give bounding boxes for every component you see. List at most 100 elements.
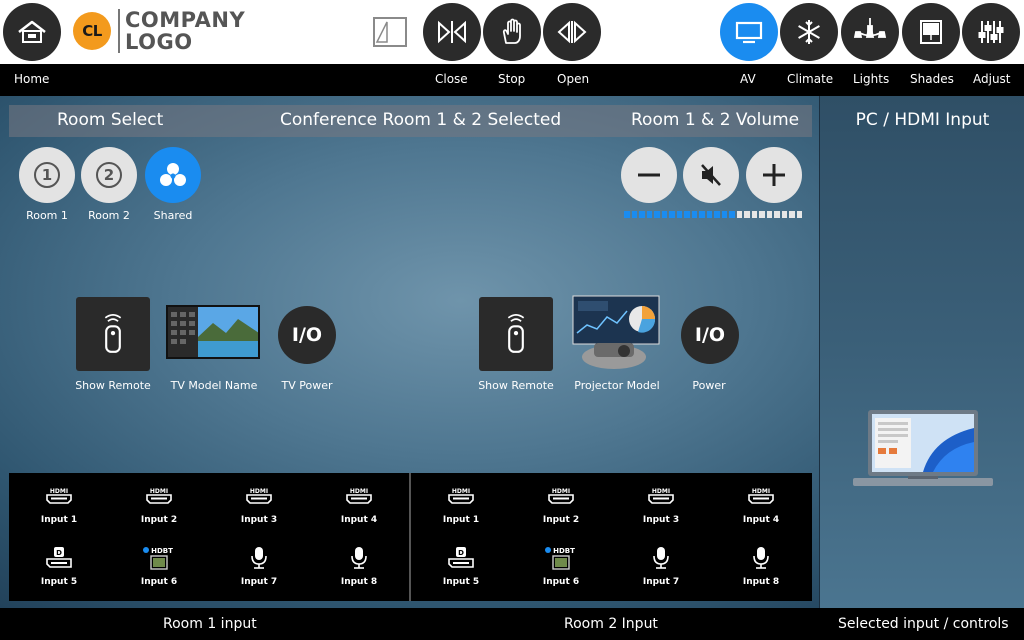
hdmi-icon: HDMI	[721, 485, 801, 507]
home-button[interactable]	[3, 3, 61, 61]
nav-label-open[interactable]: Open	[557, 72, 589, 86]
stop-button[interactable]	[483, 3, 541, 61]
tv-display-image[interactable]	[166, 305, 260, 359]
shared-room-button[interactable]	[145, 147, 201, 203]
volume-segment	[631, 211, 637, 218]
room-1-input-7-button[interactable]: Input 7	[219, 547, 299, 587]
volume-segment	[654, 211, 660, 218]
volume-level-bar	[624, 211, 802, 218]
room-1-remote-label: Show Remote	[75, 379, 151, 392]
shared-rooms-icon	[160, 163, 186, 186]
room-2-input-6-button[interactable]: HDBT Input 6	[521, 547, 601, 587]
volume-segment	[759, 211, 765, 218]
hdbaset-icon: HDBT	[521, 547, 601, 570]
chandelier-icon	[853, 18, 887, 38]
nav-label-lights[interactable]: Lights	[853, 72, 889, 86]
main-area: Room Select Conference Room 1 & 2 Select…	[0, 96, 1024, 608]
input-label: Input 3	[642, 515, 680, 525]
room-2-input-5-button[interactable]: D Input 5	[421, 547, 501, 587]
room-1-input-3-button[interactable]: HDMI Input 3	[219, 485, 299, 525]
room-2-input-7-button[interactable]: Input 7	[621, 547, 701, 587]
hdmi-icon: HDMI	[621, 485, 701, 507]
svg-text:HDMI: HDMI	[652, 488, 670, 495]
room-2-input-2-button[interactable]: HDMI Input 2	[521, 485, 601, 525]
plus-icon	[763, 164, 785, 186]
door-icon	[373, 17, 407, 47]
microphone-icon	[721, 547, 801, 569]
room-2-label: Room 2	[88, 209, 130, 222]
shades-icon	[920, 20, 942, 44]
room-1-input-6-button[interactable]: HDBT Input 6	[119, 547, 199, 587]
room-2-show-remote-button[interactable]	[479, 297, 553, 371]
input-label: Input 5	[442, 577, 480, 587]
remote-icon	[507, 314, 525, 353]
volume-down-button[interactable]	[621, 147, 677, 203]
nav-label-av[interactable]: AV	[740, 72, 756, 86]
laptop-image[interactable]	[853, 408, 993, 490]
mute-button[interactable]	[683, 147, 739, 203]
nav-label-adjust[interactable]: Adjust	[973, 72, 1011, 86]
adjust-button[interactable]	[962, 3, 1020, 61]
room-1-input-8-button[interactable]: Input 8	[319, 547, 399, 587]
lights-button[interactable]	[841, 3, 899, 61]
av-button[interactable]	[720, 3, 778, 61]
input-label: Input 8	[742, 577, 780, 587]
input-label: Input 7	[642, 577, 680, 587]
input-label: Input 6	[140, 577, 178, 587]
room-2-button[interactable]: 2	[81, 147, 137, 203]
volume-segment	[676, 211, 682, 218]
svg-text:HDMI: HDMI	[552, 488, 570, 495]
nav-label-climate[interactable]: Climate	[787, 72, 833, 86]
tv-power-button[interactable]: I/O	[278, 306, 336, 364]
input-label: Input 1	[442, 515, 480, 525]
volume-segment	[751, 211, 757, 218]
company-logo-badge: CL	[73, 12, 111, 50]
stop-hand-icon	[502, 18, 521, 44]
footer-bar: Room 1 input Room 2 Input Selected input…	[0, 608, 1024, 640]
volume-segment	[661, 211, 667, 218]
input-label: Input 8	[340, 577, 378, 587]
hdmi-icon: HDMI	[521, 485, 601, 507]
open-button[interactable]	[543, 3, 601, 61]
input-label: Input 4	[340, 515, 378, 525]
room-1-input-5-button[interactable]: D Input 5	[19, 547, 99, 587]
volume-segment	[789, 211, 795, 218]
nav-label-bar: Home Close Stop Open AV Climate Lights S…	[0, 64, 1024, 96]
snowflake-icon	[798, 20, 820, 44]
room-2-input-1-button[interactable]: HDMI Input 1	[421, 485, 501, 525]
room-2-input-8-button[interactable]: Input 8	[721, 547, 801, 587]
close-icon	[438, 20, 466, 44]
shades-button[interactable]	[902, 3, 960, 61]
svg-text:HDMI: HDMI	[752, 488, 770, 495]
panel-title-bar: Room Select Conference Room 1 & 2 Select…	[9, 105, 812, 137]
volume-segment	[646, 211, 652, 218]
volume-segment	[774, 211, 780, 218]
volume-segment	[781, 211, 787, 218]
nav-label-shades[interactable]: Shades	[910, 72, 954, 86]
input-label: Input 5	[40, 577, 78, 587]
volume-title: Room 1 & 2 Volume	[631, 110, 800, 130]
room-2-remote-label: Show Remote	[478, 379, 554, 392]
room-1-button[interactable]: 1	[19, 147, 75, 203]
svg-text:HDMI: HDMI	[452, 488, 470, 495]
room-1-input-2-button[interactable]: HDMI Input 2	[119, 485, 199, 525]
climate-button[interactable]	[780, 3, 838, 61]
room-1-input-4-button[interactable]: HDMI Input 4	[319, 485, 399, 525]
room-2-input-3-button[interactable]: HDMI Input 3	[621, 485, 701, 525]
nav-label-home[interactable]: Home	[14, 72, 49, 86]
projector-power-button[interactable]: I/O	[681, 306, 739, 364]
projector-image[interactable]	[572, 295, 662, 371]
room-1-input-1-button[interactable]: HDMI Input 1	[19, 485, 99, 525]
volume-up-button[interactable]	[746, 147, 802, 203]
mute-icon	[701, 164, 721, 186]
nav-label-stop[interactable]: Stop	[498, 72, 525, 86]
volume-segment	[796, 211, 802, 218]
volume-segment	[721, 211, 727, 218]
room-2-input-4-button[interactable]: HDMI Input 4	[721, 485, 801, 525]
nav-label-close[interactable]: Close	[435, 72, 468, 86]
room-1-show-remote-button[interactable]	[76, 297, 150, 371]
close-button[interactable]	[423, 3, 481, 61]
rooms-divider	[409, 473, 411, 601]
selected-input-panel: PC / HDMI Input	[819, 96, 1024, 608]
selection-status: Conference Room 1 & 2 Selected	[280, 110, 562, 130]
